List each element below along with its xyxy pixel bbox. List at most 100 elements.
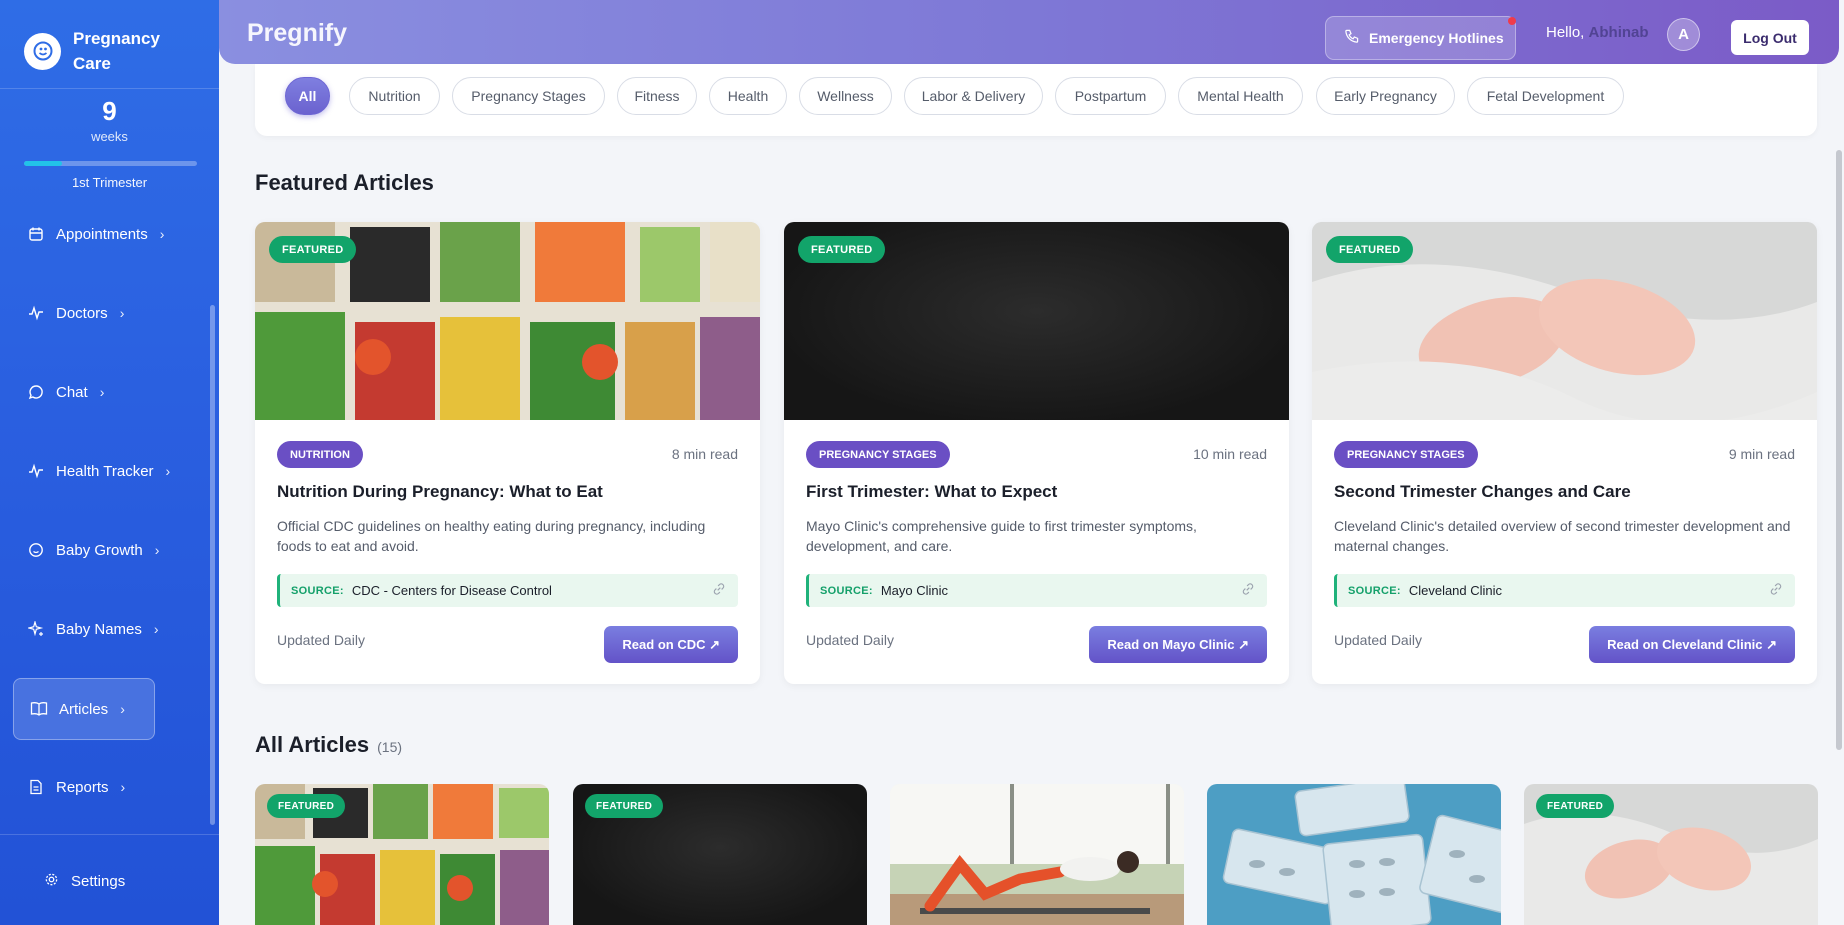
dark-texture-image: FEATURED bbox=[784, 222, 1289, 420]
read-time: 8 min read bbox=[671, 446, 738, 462]
featured-badge: FEATURED bbox=[798, 236, 886, 263]
sidebar-item-label: Articles bbox=[59, 700, 109, 718]
source-box: SOURCE: Cleveland Clinic bbox=[1334, 574, 1795, 607]
category-badge: PREGNANCY STAGES bbox=[806, 441, 950, 468]
chat-icon bbox=[26, 382, 46, 402]
source-box: SOURCE: CDC - Centers for Disease Contro… bbox=[277, 574, 738, 607]
emergency-label: Emergency Hotlines bbox=[1369, 30, 1504, 46]
filter-chip-early-pregnancy[interactable]: Early Pregnancy bbox=[1316, 77, 1455, 115]
article-card[interactable]: FEATURED bbox=[1524, 784, 1818, 925]
sidebar-item-baby-growth[interactable]: Baby Growth › bbox=[26, 528, 159, 572]
sidebar-item-articles[interactable]: Articles › bbox=[13, 678, 155, 740]
article-card[interactable]: FEATURED PREGNANCY STAGES 10 min read Fi… bbox=[784, 222, 1289, 684]
sidebar-item-baby-names[interactable]: Baby Names › bbox=[26, 607, 159, 651]
sidebar-item-label: Reports bbox=[56, 778, 109, 796]
sidebar-item-appointments[interactable]: Appointments › bbox=[26, 212, 164, 256]
filter-chip-fetal-development[interactable]: Fetal Development bbox=[1467, 77, 1624, 115]
calendar-icon bbox=[26, 224, 46, 244]
file-text-icon bbox=[26, 777, 46, 797]
all-articles-heading: All Articles (15) bbox=[255, 732, 402, 758]
baby-feet-image: FEATURED bbox=[1312, 222, 1817, 420]
filter-chip-nutrition[interactable]: Nutrition bbox=[349, 77, 440, 115]
source-label: SOURCE: bbox=[1348, 584, 1401, 597]
article-card[interactable]: FEATURED PREGNANCY STAGES 9 min read Sec… bbox=[1312, 222, 1817, 684]
settings-label: Settings bbox=[71, 873, 126, 890]
app-title: Pregnify bbox=[247, 19, 348, 47]
filter-chip-fitness[interactable]: Fitness bbox=[617, 77, 697, 115]
filter-chip-wellness[interactable]: Wellness bbox=[799, 77, 892, 115]
read-on-mayo-clinic-button[interactable]: Read on Mayo Clinic ↗ bbox=[1089, 626, 1267, 663]
filter-chip-mental-health[interactable]: Mental Health bbox=[1178, 77, 1303, 115]
brand-logo-icon bbox=[24, 32, 61, 70]
read-on-cdc-button[interactable]: Read on CDC ↗ bbox=[604, 626, 738, 663]
updated-label: Updated Daily bbox=[806, 632, 894, 648]
notification-dot bbox=[1508, 17, 1516, 25]
article-title[interactable]: Nutrition During Pregnancy: What to Eat bbox=[277, 482, 603, 502]
read-on-cleveland-clinic-button[interactable]: Read on Cleveland Clinic ↗ bbox=[1589, 626, 1795, 663]
brand-name: Pregnancy Care bbox=[73, 29, 160, 73]
chevron-right-icon: › bbox=[119, 305, 125, 321]
page-scrollbar[interactable] bbox=[1836, 150, 1842, 750]
source-name: Mayo Clinic bbox=[880, 583, 949, 598]
featured-badge: FEATURED bbox=[269, 236, 357, 263]
pregnancy-progress-bar bbox=[24, 161, 197, 166]
article-description: Cleveland Clinic's detailed overview of … bbox=[1334, 518, 1791, 554]
phone-icon bbox=[1344, 29, 1359, 47]
filter-chip-pregnancy-stages[interactable]: Pregnancy Stages bbox=[452, 77, 605, 115]
sidebar-item-label: Appointments bbox=[56, 225, 148, 243]
sidebar-item-reports[interactable]: Reports › bbox=[26, 765, 125, 809]
all-articles-title: All Articles bbox=[255, 732, 370, 757]
sidebar: Pregnancy Care 9 weeks 1st Trimester App… bbox=[0, 0, 219, 925]
filter-chip-postpartum[interactable]: Postpartum bbox=[1055, 77, 1166, 115]
article-card[interactable]: FEATURED NUTRITION 8 min read Nutrition … bbox=[255, 222, 760, 684]
updated-label: Updated Daily bbox=[1334, 632, 1422, 648]
activity-icon bbox=[26, 303, 46, 323]
link-icon bbox=[712, 582, 726, 599]
greeting: Hello, Abhinab bbox=[1546, 24, 1649, 41]
brand[interactable]: Pregnancy Care bbox=[24, 26, 183, 76]
sidebar-item-health-tracker[interactable]: Health Tracker › bbox=[26, 449, 170, 493]
category-filter-bar: All Nutrition Pregnancy Stages Fitness H… bbox=[255, 64, 1817, 136]
article-count: (15) bbox=[377, 739, 403, 755]
filter-chip-all[interactable]: All bbox=[285, 77, 330, 115]
updated-label: Updated Daily bbox=[277, 632, 365, 648]
sidebar-scrollbar[interactable] bbox=[210, 305, 215, 825]
chevron-right-icon: › bbox=[120, 779, 126, 795]
article-title[interactable]: Second Trimester Changes and Care bbox=[1334, 482, 1631, 502]
filter-chip-health[interactable]: Health bbox=[709, 77, 787, 115]
sidebar-item-label: Chat bbox=[56, 383, 88, 401]
week-number: 9 bbox=[102, 96, 117, 126]
logout-button[interactable]: Log Out bbox=[1731, 20, 1809, 55]
article-description: Official CDC guidelines on healthy eatin… bbox=[277, 518, 706, 554]
article-title[interactable]: First Trimester: What to Expect bbox=[806, 482, 1057, 502]
greeting-text: Hello, bbox=[1546, 24, 1585, 41]
featured-articles-heading: Featured Articles bbox=[255, 170, 434, 195]
article-description: Mayo Clinic's comprehensive guide to fir… bbox=[806, 518, 1197, 554]
read-time: 10 min read bbox=[1193, 446, 1267, 462]
chevron-right-icon: › bbox=[154, 542, 160, 558]
sidebar-item-label: Doctors bbox=[56, 304, 108, 322]
filter-chip-labor-delivery[interactable]: Labor & Delivery bbox=[904, 77, 1043, 115]
featured-badge: FEATURED bbox=[267, 794, 346, 818]
sidebar-item-chat[interactable]: Chat › bbox=[26, 370, 104, 414]
source-box: SOURCE: Mayo Clinic bbox=[806, 574, 1267, 607]
article-card[interactable]: FEATURED bbox=[573, 784, 867, 925]
sidebar-item-label: Baby Names bbox=[56, 620, 142, 638]
pregnancy-progress-fill bbox=[24, 161, 63, 166]
category-badge: NUTRITION bbox=[277, 441, 363, 468]
featured-badge: FEATURED bbox=[1326, 236, 1414, 263]
emergency-hotlines-button[interactable]: Emergency Hotlines bbox=[1325, 16, 1516, 60]
sparkles-icon bbox=[26, 619, 46, 639]
link-icon bbox=[1769, 582, 1783, 599]
sidebar-item-settings[interactable]: Settings bbox=[44, 872, 125, 891]
sidebar-item-doctors[interactable]: Doctors › bbox=[26, 291, 124, 335]
article-card[interactable] bbox=[890, 784, 1184, 925]
chevron-right-icon: › bbox=[165, 463, 171, 479]
source-label: SOURCE: bbox=[820, 584, 873, 597]
article-card[interactable]: FEATURED bbox=[255, 784, 549, 925]
sidebar-divider bbox=[0, 834, 219, 835]
week-unit: weeks bbox=[91, 129, 128, 144]
avatar[interactable]: A bbox=[1667, 18, 1700, 51]
article-card[interactable] bbox=[1207, 784, 1501, 925]
pills-image bbox=[1207, 784, 1501, 925]
